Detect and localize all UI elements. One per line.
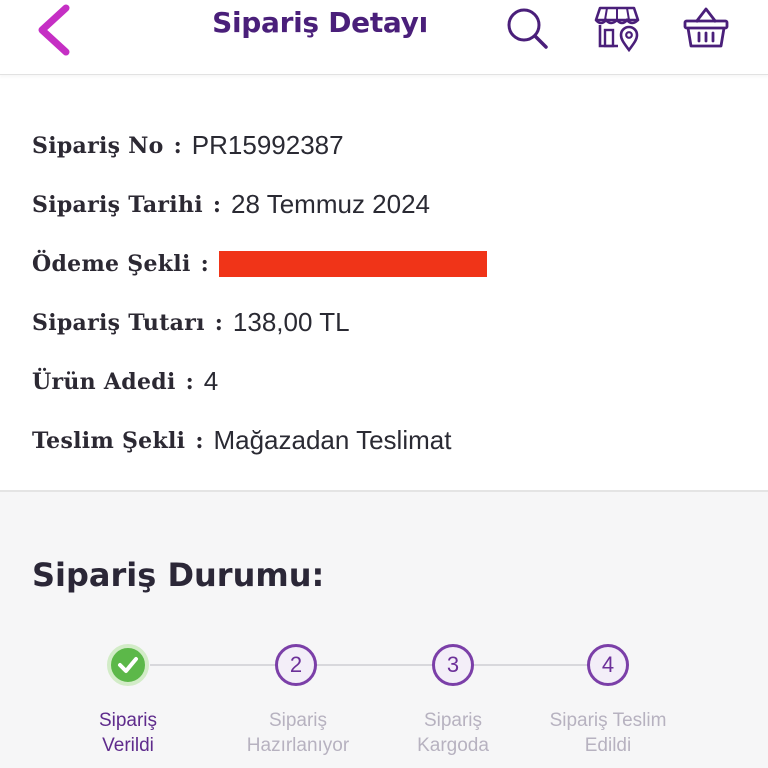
delivery-value: Mağazadan Teslimat (213, 425, 452, 455)
separator: : (214, 309, 223, 336)
step-1-label: Sipariş Verildi (98, 710, 158, 756)
step-1-indicator (107, 644, 149, 686)
step-3-indicator: 3 (432, 644, 474, 686)
amount-row: Sipariş Tutarı : 138,00 TL (32, 293, 752, 352)
order-date-value: 28 Temmuz 2024 (231, 189, 431, 219)
store-locator-button[interactable] (594, 4, 642, 53)
payment-label: Ödeme Şekli (32, 250, 191, 277)
app-header: Sipariş Detayı (0, 0, 768, 75)
delivery-row: Teslim Şekli : Mağazadan Teslimat (32, 411, 752, 470)
item-count-row: Ürün Adedi : 4 (32, 352, 752, 411)
order-date-label: Sipariş Tarihi (32, 191, 203, 218)
separator: : (195, 427, 204, 454)
basket-icon (683, 7, 729, 48)
amount-value: 138,00 TL (232, 307, 350, 337)
step-2-label: Sipariş Hazırlanıyor (246, 710, 350, 756)
order-info: Sipariş No : PR15992387 Sipariş Tarihi :… (32, 116, 752, 470)
payment-value-redaction (218, 250, 487, 277)
separator: : (173, 132, 182, 159)
store-location-icon (594, 6, 640, 53)
step-4-label: Sipariş Teslim Edildi (549, 710, 667, 756)
step-2-indicator: 2 (275, 644, 317, 686)
amount-label: Sipariş Tutarı (32, 309, 205, 336)
order-no-label: Sipariş No (32, 132, 164, 159)
search-button[interactable] (504, 4, 552, 52)
step-4-indicator: 4 (587, 644, 629, 686)
order-date-row: Sipariş Tarihi : 28 Temmuz 2024 (32, 175, 752, 234)
delivery-label: Teslim Şekli (32, 427, 186, 454)
separator: : (212, 191, 222, 218)
order-no-row: Sipariş No : PR15992387 (32, 116, 752, 175)
search-icon (507, 8, 548, 49)
step-3-label: Sipariş Kargoda (417, 710, 489, 756)
item-count-label: Ürün Adedi (32, 368, 176, 395)
order-no-value: PR15992387 (191, 130, 344, 160)
separator: : (200, 250, 209, 277)
payment-row: Ödeme Şekli : (32, 234, 752, 293)
order-status-section: Sipariş Durumu: 2 3 4 Sipariş Verildi Si… (0, 492, 768, 768)
check-icon (118, 657, 138, 673)
status-title: Sipariş Durumu: (32, 556, 325, 594)
status-progress-track (150, 664, 610, 666)
separator: : (185, 368, 194, 395)
basket-button[interactable] (682, 4, 730, 52)
item-count-value: 4 (203, 366, 219, 396)
